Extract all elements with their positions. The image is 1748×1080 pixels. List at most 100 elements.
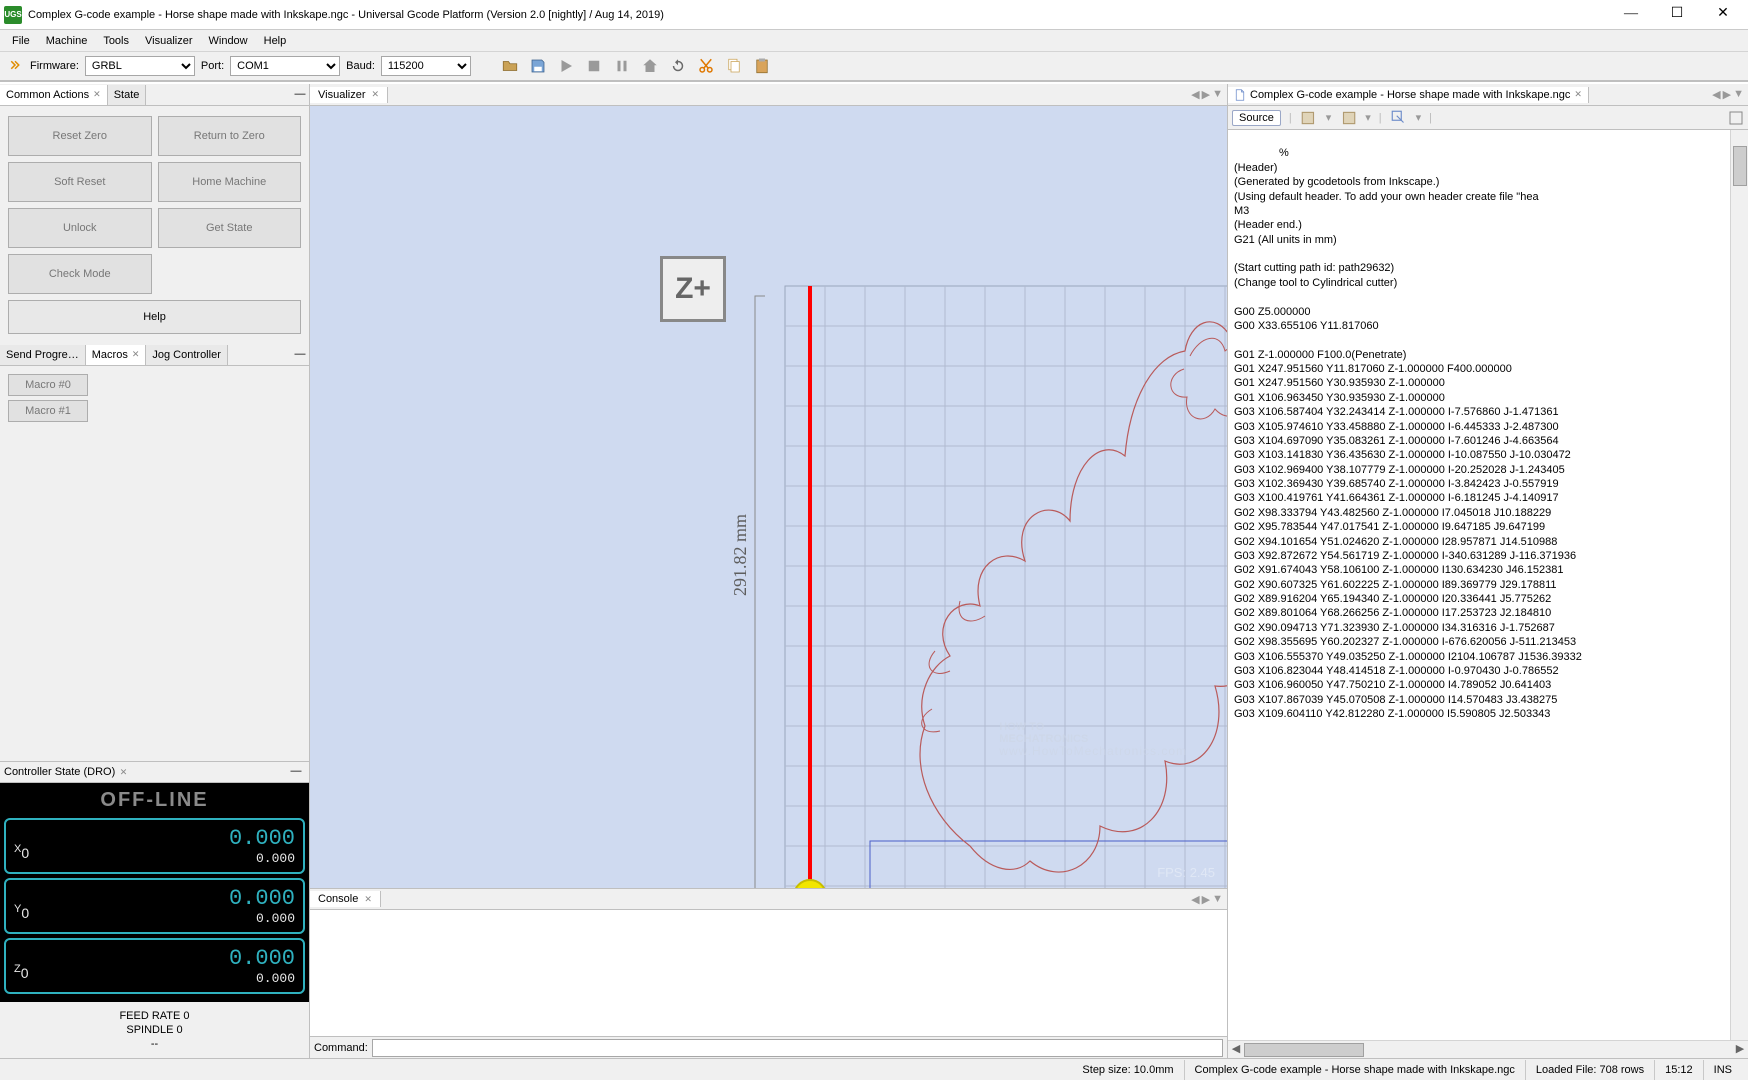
select-in-icon[interactable] — [1390, 109, 1408, 127]
nav-left-icon[interactable]: ◀ — [1191, 88, 1199, 101]
return-to-zero-button[interactable]: Return to Zero — [158, 116, 302, 156]
command-input[interactable] — [372, 1039, 1223, 1057]
check-mode-button[interactable]: Check Mode — [8, 254, 152, 294]
close-icon[interactable]: ✕ — [93, 89, 101, 100]
minimize-panel-icon[interactable]: — — [291, 86, 309, 104]
close-button[interactable]: ✕ — [1700, 0, 1746, 30]
home-icon[interactable] — [637, 54, 663, 78]
document-icon — [1234, 89, 1246, 101]
console-output[interactable] — [310, 910, 1227, 1036]
tab-common-actions[interactable]: Common Actions✕ — [0, 85, 108, 105]
nav-down-icon[interactable]: ▼ — [1733, 88, 1744, 101]
menu-visualizer[interactable]: Visualizer — [137, 33, 201, 49]
watermark: HOW TO MECHATRONICS www.HowToMechatronic… — [999, 721, 1187, 758]
macro-1-button[interactable]: Macro #1 — [8, 400, 88, 422]
soft-reset-button[interactable]: Soft Reset — [8, 162, 152, 202]
close-icon[interactable]: ✕ — [132, 349, 140, 360]
nav-right-icon[interactable]: ▶ — [1723, 88, 1731, 101]
port-select[interactable]: COM1 — [230, 56, 340, 76]
home-machine-button[interactable]: Home Machine — [158, 162, 302, 202]
tab-visualizer[interactable]: Visualizer✕ — [310, 87, 388, 103]
macro-0-button[interactable]: Macro #0 — [8, 374, 88, 396]
file-tab-label: Complex G-code example - Horse shape mad… — [1250, 89, 1570, 101]
firmware-select[interactable]: GRBL — [85, 56, 195, 76]
dro-panel: OFF-LINE X0 0.0000.000 Y0 0.0000.000 Z0 … — [0, 783, 309, 1002]
gcode-panel: Complex G-code example - Horse shape mad… — [1228, 84, 1748, 1058]
menu-tools[interactable]: Tools — [95, 33, 137, 49]
tab-jog-controller[interactable]: Jog Controller — [146, 345, 227, 365]
close-icon[interactable]: ✕ — [364, 894, 372, 905]
status-ins: INS — [1703, 1060, 1742, 1080]
nav-left-icon[interactable]: ◀ — [1712, 88, 1720, 101]
baud-select[interactable]: 115200 — [381, 56, 471, 76]
main-toolbar: Firmware: GRBL Port: COM1 Baud: 115200 — [0, 52, 1748, 82]
close-icon[interactable]: ✕ — [372, 89, 380, 100]
firmware-label: Firmware: — [30, 60, 79, 72]
cut-icon[interactable] — [693, 54, 719, 78]
horizontal-scrollbar[interactable]: ◀ ▶ — [1228, 1040, 1748, 1058]
status-loaded: Loaded File: 708 rows — [1525, 1060, 1654, 1080]
nav-right-icon[interactable]: ▶ — [1202, 893, 1210, 906]
x-machine-pos: 0.000 — [229, 851, 295, 866]
offline-status: OFF-LINE — [4, 787, 305, 814]
source-button[interactable]: Source — [1232, 110, 1281, 126]
menu-machine[interactable]: Machine — [38, 33, 96, 49]
copy-icon[interactable] — [721, 54, 747, 78]
window-title: Complex G-code example - Horse shape mad… — [28, 9, 1608, 21]
title-bar: UGS Complex G-code example - Horse shape… — [0, 0, 1748, 30]
tab-macros[interactable]: Macros✕ — [86, 345, 147, 365]
menu-window[interactable]: Window — [201, 33, 256, 49]
pause-icon[interactable] — [609, 54, 635, 78]
status-step-size: Step size: 10.0mm — [1072, 1060, 1183, 1080]
file-tab[interactable]: Complex G-code example - Horse shape mad… — [1228, 87, 1589, 103]
reset-zero-button[interactable]: Reset Zero — [8, 116, 152, 156]
close-icon[interactable]: ✕ — [117, 767, 127, 778]
vertical-scrollbar[interactable] — [1730, 130, 1748, 1040]
x-work-pos: 0.000 — [229, 826, 295, 851]
minimize-button[interactable]: — — [1608, 0, 1654, 30]
baud-label: Baud: — [346, 60, 375, 72]
close-icon[interactable]: ✕ — [1574, 89, 1582, 100]
history-back-icon[interactable] — [1300, 109, 1318, 127]
panel-menu-icon[interactable] — [1728, 110, 1744, 126]
unlock-button[interactable]: Unlock — [8, 208, 152, 248]
history-fwd-icon[interactable] — [1339, 109, 1357, 127]
z-work-pos: 0.000 — [229, 946, 295, 971]
get-state-button[interactable]: Get State — [158, 208, 302, 248]
fps-counter: FPS: 2.45 — [1157, 865, 1215, 880]
tab-console[interactable]: Console✕ — [310, 891, 381, 907]
refresh-icon[interactable] — [665, 54, 691, 78]
y-machine-pos: 0.000 — [229, 911, 295, 926]
dro-footer: FEED RATE 0 SPINDLE 0 -- — [0, 1002, 309, 1058]
tab-state[interactable]: State — [108, 85, 147, 105]
paste-icon[interactable] — [749, 54, 775, 78]
tab-state-label: State — [114, 89, 140, 101]
open-icon[interactable] — [497, 54, 523, 78]
maximize-button[interactable]: ☐ — [1654, 0, 1700, 30]
nav-left-icon[interactable]: ◀ — [1191, 893, 1199, 906]
axis-x-row[interactable]: X0 0.0000.000 — [4, 818, 305, 874]
play-icon[interactable] — [553, 54, 579, 78]
stop-icon[interactable] — [581, 54, 607, 78]
help-button[interactable]: Help — [8, 300, 301, 334]
tab-send-progress[interactable]: Send Progre… — [0, 345, 86, 365]
scroll-left-icon[interactable]: ◀ — [1228, 1041, 1244, 1059]
nav-right-icon[interactable]: ▶ — [1202, 88, 1210, 101]
visualizer-viewport[interactable]: Z+ — [310, 106, 1227, 888]
minimize-panel-icon[interactable]: — — [291, 346, 309, 364]
axis-y-row[interactable]: Y0 0.0000.000 — [4, 878, 305, 934]
connect-icon[interactable] — [6, 56, 24, 77]
dro-panel-header: Controller State (DRO) ✕ — — [0, 761, 309, 783]
gcode-source-view[interactable]: % (Header) (Generated by gcodetools from… — [1228, 130, 1748, 1040]
menu-help[interactable]: Help — [256, 33, 295, 49]
center-area: Visualizer✕ ◀▶▼ Z+ — [310, 84, 1228, 1058]
nav-down-icon[interactable]: ▼ — [1212, 893, 1223, 906]
save-icon[interactable] — [525, 54, 551, 78]
status-bar: Step size: 10.0mm Complex G-code example… — [0, 1058, 1748, 1080]
dash-label: -- — [6, 1038, 303, 1050]
scroll-right-icon[interactable]: ▶ — [1732, 1041, 1748, 1059]
axis-z-row[interactable]: Z0 0.0000.000 — [4, 938, 305, 994]
nav-down-icon[interactable]: ▼ — [1212, 88, 1223, 101]
minimize-panel-icon[interactable]: — — [287, 763, 305, 781]
menu-file[interactable]: File — [4, 33, 38, 49]
